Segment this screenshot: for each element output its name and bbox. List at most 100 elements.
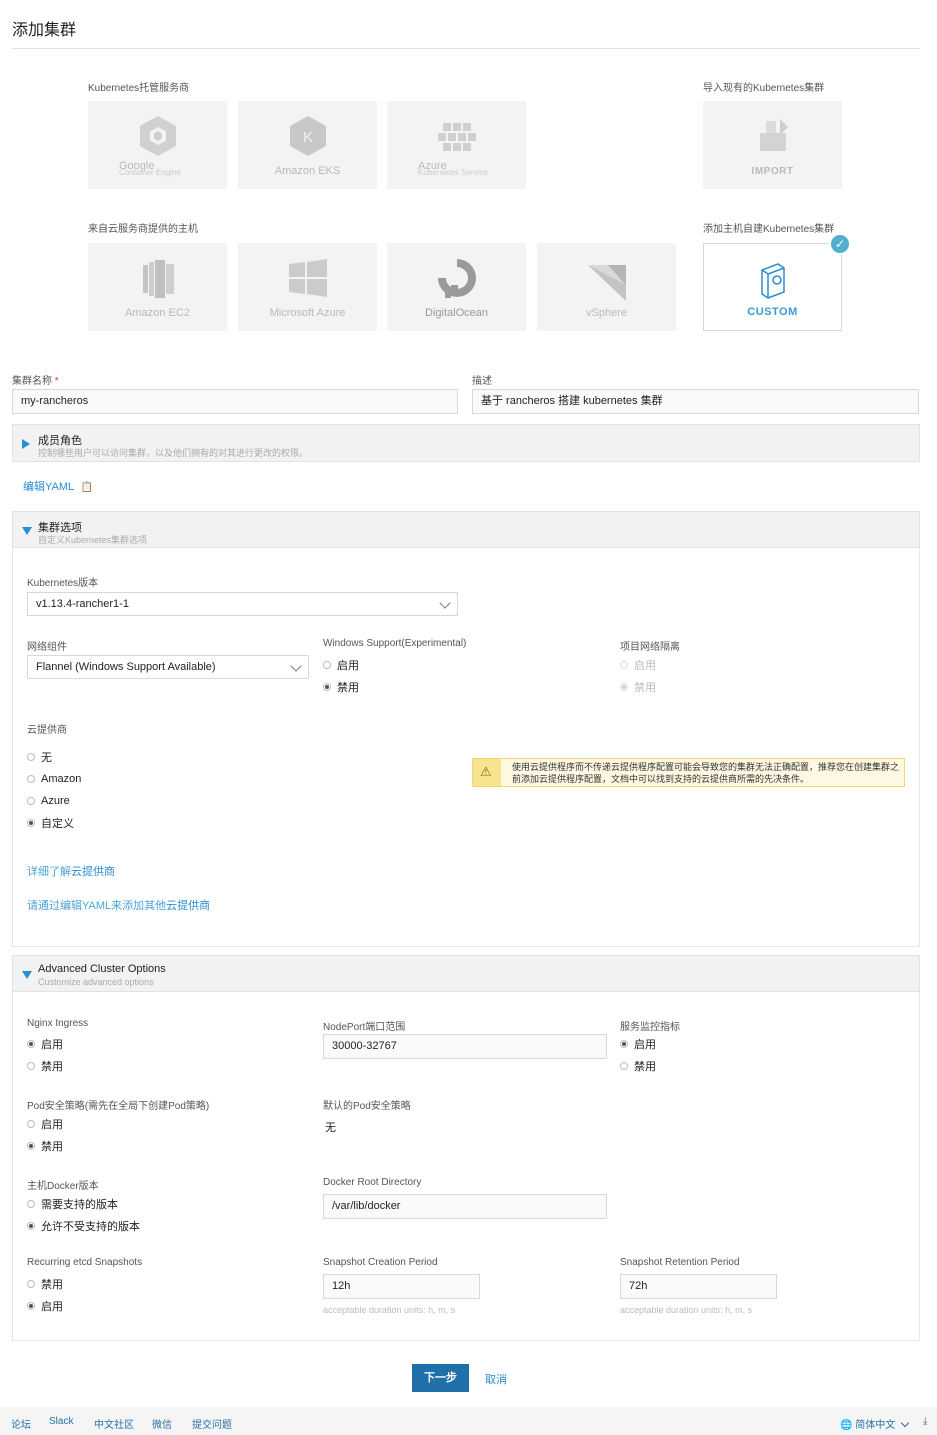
isolation-enable-radio[interactable]: 启用 — [620, 658, 656, 672]
tile-azure-aks[interactable]: Azure Kubernetes Service — [387, 101, 526, 189]
service-monitor-label: 服务监控指标 — [620, 1022, 680, 1033]
import-label: 导入现有的Kubernetes集群 — [703, 83, 825, 94]
language-selector[interactable]: 🌐 简体中文 — [840, 1416, 910, 1431]
download-icon[interactable]: ⤓ — [923, 1416, 927, 1427]
footer-link-forum[interactable]: 论坛 — [11, 1416, 31, 1431]
monitor-enable-radio[interactable]: 启用 — [620, 1037, 656, 1051]
nginx-disable-radio[interactable]: 禁用 — [27, 1059, 63, 1073]
default-psp-value: 无 — [325, 1122, 336, 1134]
footer: 论坛 Slack 中文社区 微信 提交问题 🌐 简体中文 ⤓ — [0, 1407, 937, 1435]
footer-link-community[interactable]: 中文社区 — [94, 1416, 134, 1431]
retention-hint: acceptable duration units: h, m, s — [620, 1305, 753, 1315]
tile-amazon-eks[interactable]: K Amazon EKS — [238, 101, 377, 189]
yaml-cloud-provider: 请通过编辑YAML来添加其他云提供商 — [27, 900, 211, 912]
docker-unsupported-radio[interactable]: 允许不受支持的版本 — [27, 1219, 140, 1233]
aks-icon — [437, 123, 476, 151]
cloud-azure-radio[interactable]: Azure — [27, 794, 70, 808]
snapshot-creation-label: Snapshot Creation Period — [323, 1257, 438, 1268]
cloud-custom-radio[interactable]: 自定义 — [27, 816, 74, 830]
collapse-arrow-icon — [22, 527, 32, 535]
snapshot-creation-input[interactable]: 12h — [323, 1274, 480, 1299]
nginx-enable-radio[interactable]: 启用 — [27, 1037, 63, 1051]
collapse-arrow-icon — [22, 971, 32, 979]
cluster-options-section[interactable]: 集群选项 自定义Kubernetes集群选项 — [12, 511, 920, 548]
psp-enable-radio[interactable]: 启用 — [27, 1117, 63, 1131]
windows-icon — [288, 259, 327, 297]
cluster-options-desc: 自定义Kubernetes集群选项 — [38, 535, 148, 545]
cloud-none-radio[interactable]: 无 — [27, 750, 52, 764]
default-psp-label: 默认的Pod安全策略 — [323, 1101, 411, 1112]
title-divider — [12, 48, 920, 49]
globe-icon: 🌐 — [840, 1420, 853, 1431]
description-label: 描述 — [472, 376, 492, 387]
tile-azure-sub: Kubernetes Service — [418, 168, 488, 177]
learn-cloud-provider: 详细了解云提供商 — [27, 866, 115, 878]
cloud-provider-label: 云提供商 — [27, 725, 67, 736]
windows-support-label: Windows Support(Experimental) — [323, 638, 467, 649]
tile-import[interactable]: IMPORT — [703, 101, 842, 189]
svg-text:K: K — [302, 129, 312, 146]
gke-icon — [139, 116, 176, 156]
monitor-disable-radio[interactable]: 禁用 — [620, 1059, 656, 1073]
network-plugin-label: 网络组件 — [27, 642, 67, 653]
footer-link-slack[interactable]: Slack — [49, 1416, 73, 1427]
nodeport-range-input[interactable]: 30000-32767 — [323, 1034, 607, 1059]
cloud-hosts-label: 来自云服务商提供的主机 — [88, 224, 198, 235]
vsphere-icon — [587, 265, 626, 301]
warning-text: 使用云提供程序而不传递云提供程序配置可能会导致您的集群无法正确配置，推荐您在创建… — [512, 762, 900, 784]
tile-ec2-label: Amazon EC2 — [125, 307, 190, 319]
tile-google-gke[interactable]: Google Container Engine — [88, 101, 227, 189]
psp-disable-radio[interactable]: 禁用 — [27, 1139, 63, 1153]
cloud-provider-link[interactable]: 云提供商 — [71, 866, 115, 878]
footer-link-wechat[interactable]: 微信 — [152, 1416, 172, 1431]
tile-google-sub: Container Engine — [119, 168, 181, 177]
windows-enable-radio[interactable]: 启用 — [323, 658, 359, 672]
required-mark: * — [54, 376, 59, 387]
ec2-icon — [142, 260, 174, 298]
tile-azure-vm-label: Microsoft Azure — [269, 307, 346, 319]
snapshot-retention-input[interactable]: 72h — [620, 1274, 777, 1299]
snapshot-retention-label: Snapshot Retention Period — [620, 1257, 740, 1268]
edit-yaml-link[interactable]: 编辑YAML 📋 — [23, 478, 93, 494]
tile-custom-label: CUSTOM — [747, 306, 798, 318]
docker-root-input[interactable]: /var/lib/docker — [323, 1194, 607, 1219]
docker-version-label: 主机Docker版本 — [27, 1181, 99, 1192]
etcd-enable-radio[interactable]: 启用 — [27, 1299, 63, 1313]
network-plugin-select[interactable]: Flannel (Windows Support Available) — [27, 655, 309, 679]
member-roles-desc: 控制哪些用户可以访问集群，以及他们拥有的对其进行更改的权限。 — [38, 448, 309, 458]
docker-root-label: Docker Root Directory — [323, 1177, 422, 1188]
advanced-options-section[interactable]: Advanced Cluster Options Customize advan… — [12, 955, 920, 992]
eks-icon: K — [289, 116, 326, 156]
warning-icon: ⚠ — [480, 764, 492, 779]
next-button[interactable]: 下一步 — [412, 1364, 469, 1392]
chevron-down-icon — [439, 597, 451, 609]
etcd-disable-radio[interactable]: 禁用 — [27, 1277, 63, 1291]
footer-link-issue[interactable]: 提交问题 — [192, 1416, 232, 1431]
etcd-snapshots-label: Recurring etcd Snapshots — [27, 1257, 143, 1268]
cloud-provider-warning: ⚠ 使用云提供程序而不传递云提供程序配置可能会导致您的集群无法正确配置，推荐您在… — [472, 758, 905, 787]
tile-vsphere[interactable]: vSphere — [537, 243, 676, 331]
tile-microsoft-azure[interactable]: Microsoft Azure — [238, 243, 377, 331]
cancel-button[interactable]: 取消 — [485, 1371, 507, 1387]
docker-supported-radio[interactable]: 需要支持的版本 — [27, 1197, 118, 1211]
tile-eks-label: Amazon EKS — [274, 165, 341, 177]
tile-digitalocean[interactable]: DigitalOcean — [387, 243, 526, 331]
member-roles-section[interactable]: 成员角色 控制哪些用户可以访问集群，以及他们拥有的对其进行更改的权限。 — [12, 424, 920, 462]
description-input[interactable]: 基于 rancheros 搭建 kubernetes 集群 — [472, 389, 919, 414]
windows-disable-radio[interactable]: 禁用 — [323, 680, 359, 694]
other-cloud-provider-link[interactable]: 云提供商 — [166, 900, 210, 912]
tile-import-label: IMPORT — [751, 166, 794, 177]
cluster-name-input[interactable]: my-rancheros — [12, 389, 458, 414]
tile-vsphere-label: vSphere — [586, 307, 627, 319]
selected-check-icon: ✓ — [829, 233, 851, 255]
k8s-version-label: Kubernetes版本 — [27, 578, 99, 589]
k8s-version-select[interactable]: v1.13.4-rancher1-1 — [27, 592, 458, 616]
custom-label: 添加主机自建Kubernetes集群 — [703, 224, 835, 235]
cluster-name-label: 集群名称 * — [12, 376, 59, 387]
tile-amazon-ec2[interactable]: Amazon EC2 — [88, 243, 227, 331]
isolation-disable-radio[interactable]: 禁用 — [620, 680, 656, 694]
tile-custom[interactable]: CUSTOM — [703, 243, 842, 331]
tile-digitalocean-label: DigitalOcean — [425, 307, 488, 319]
hosted-providers-label: Kubernetes托管服务商 — [88, 83, 190, 94]
cloud-amazon-radio[interactable]: Amazon — [27, 772, 81, 786]
